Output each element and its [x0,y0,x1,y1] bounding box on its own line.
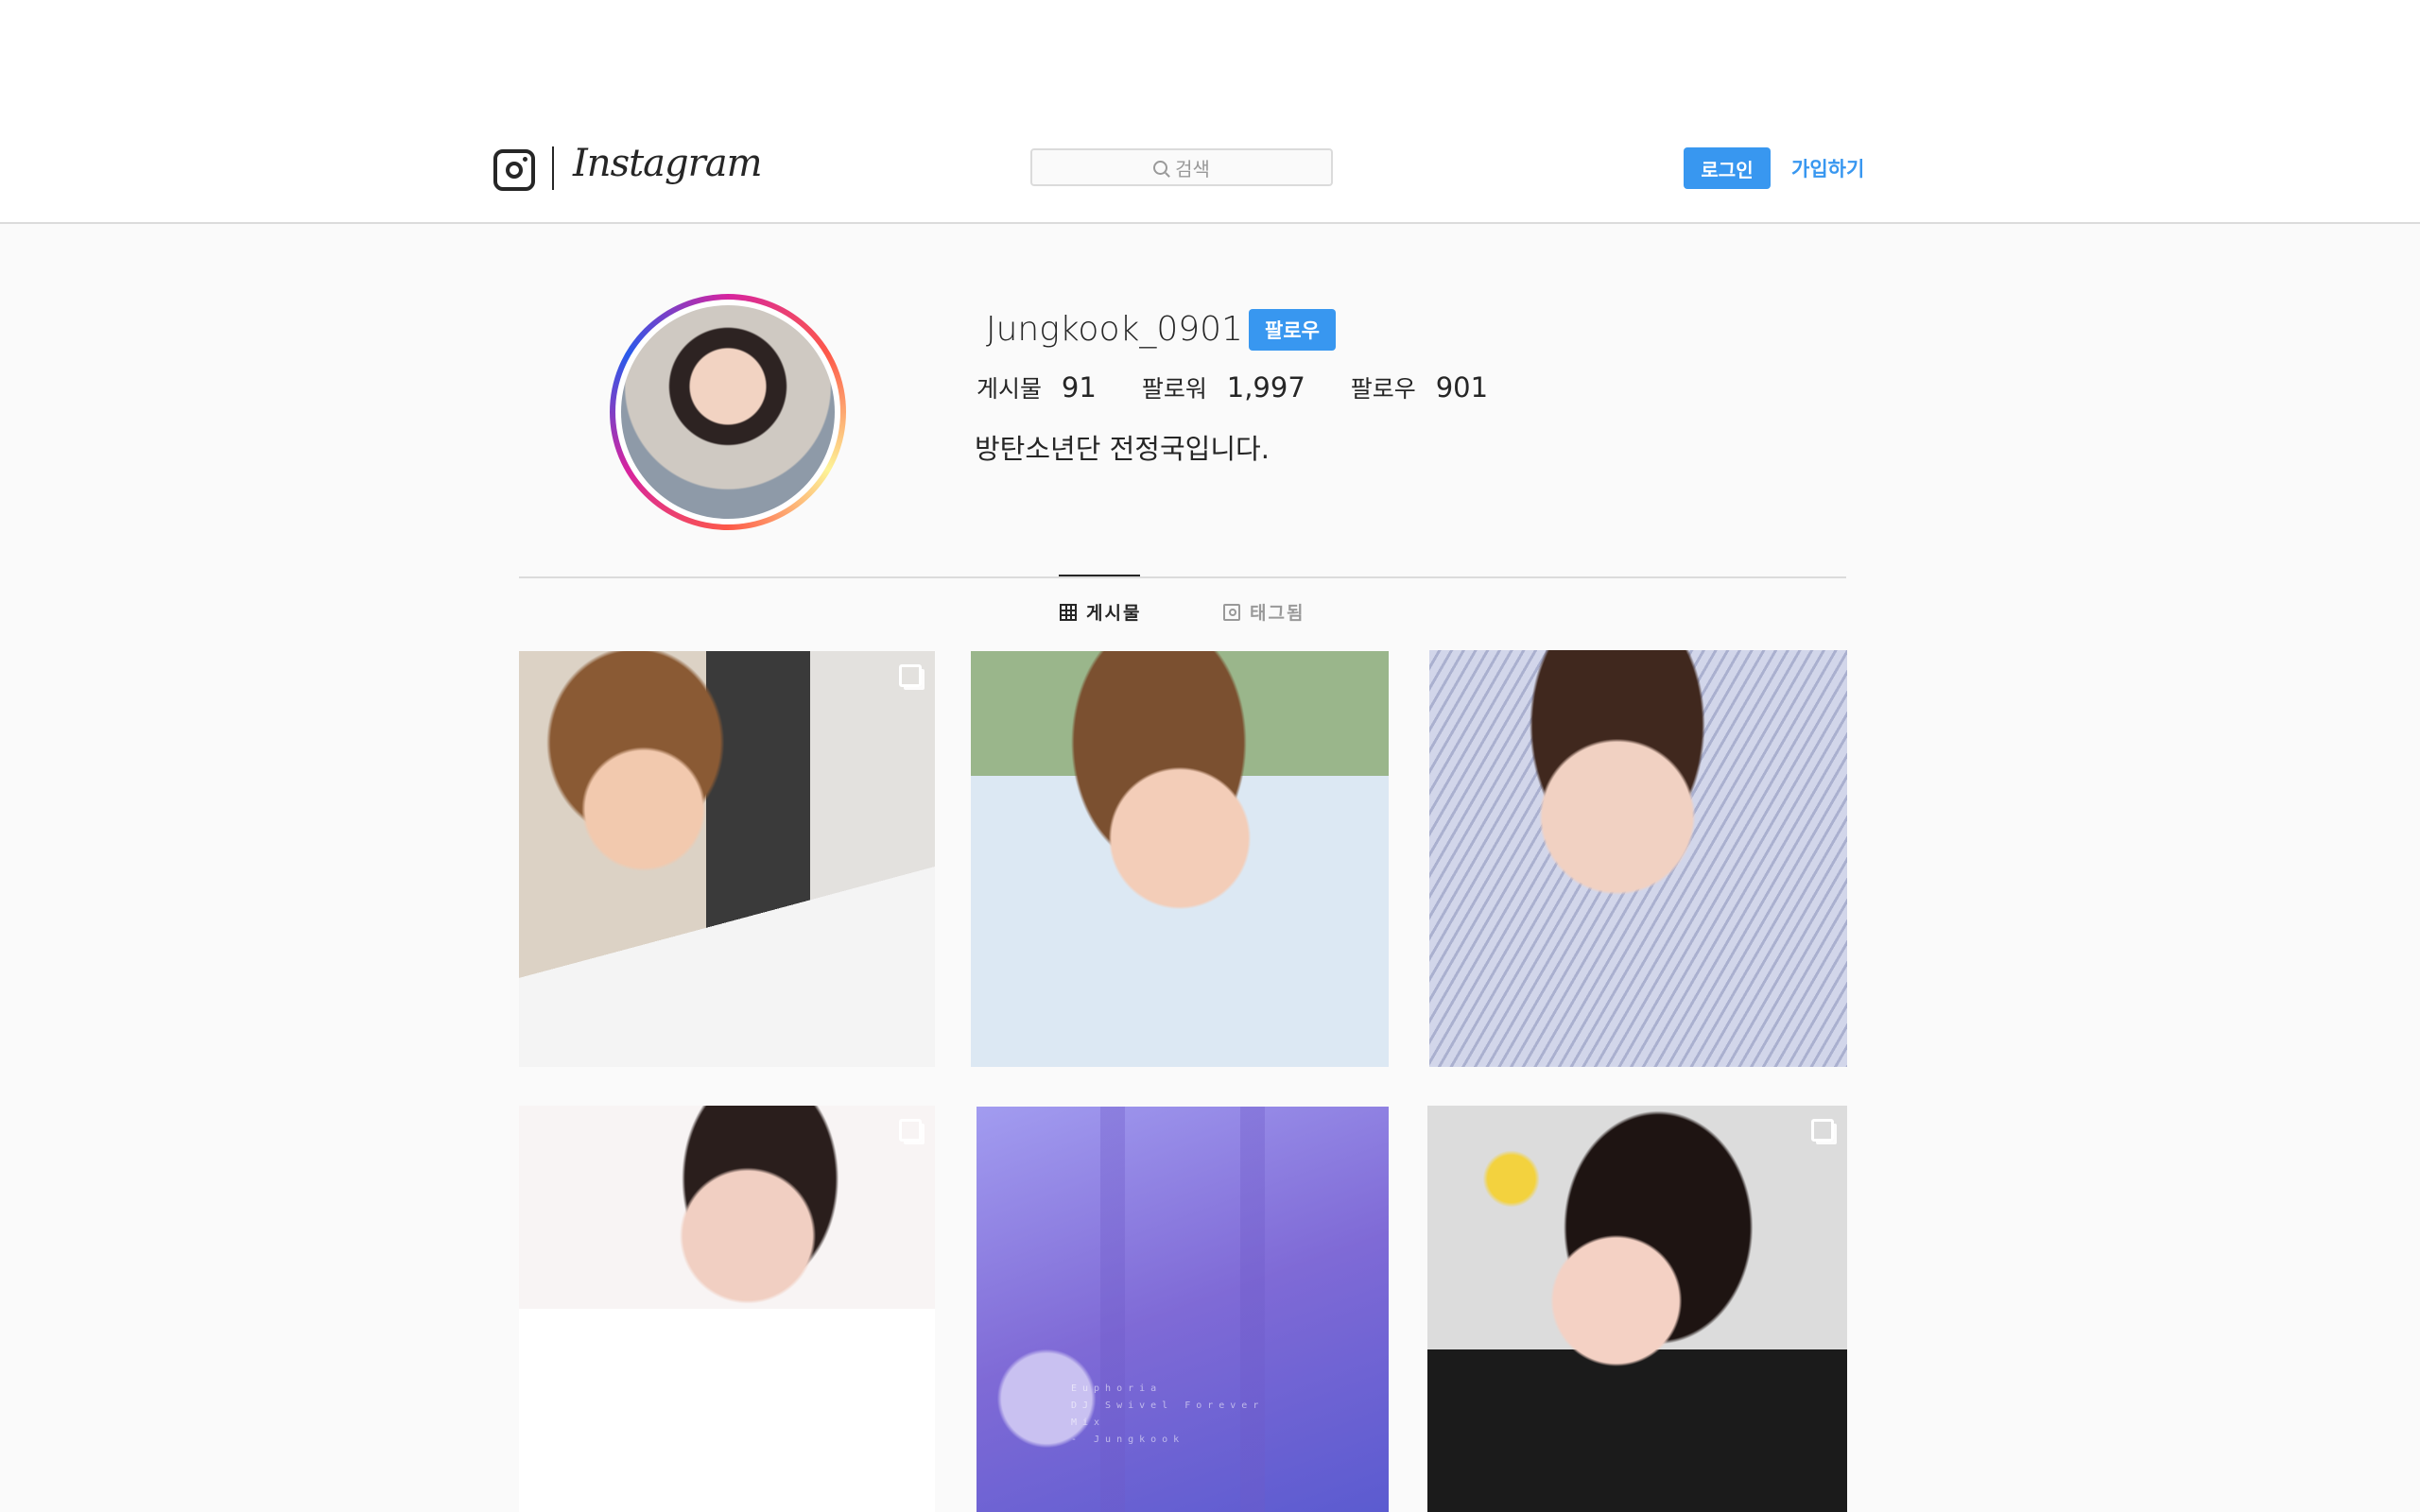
login-button[interactable]: 로그인 [1684,147,1771,189]
post-thumbnail[interactable] [519,651,935,1067]
signup-link[interactable]: 가입하기 [1791,151,1864,185]
camera-lens-shape [506,162,523,179]
tab-posts-label: 게시물 [1086,603,1142,624]
album-cover-text: Euphoria DJ Swivel Forever Mix - Jungkoo… [1071,1383,1265,1445]
post-thumbnail[interactable] [519,1106,935,1512]
instagram-wordmark[interactable]: Instagram [573,142,763,185]
post-thumbnail[interactable]: Euphoria DJ Swivel Forever Mix - Jungkoo… [977,1107,1389,1512]
stat-posts-label: 게시물 [977,375,1043,403]
search-placeholder-group: 검색 [1032,150,1331,184]
tag-icon [1223,603,1240,621]
instagram-logo-icon[interactable] [493,149,535,191]
post-thumbnail[interactable] [1427,1106,1847,1512]
stat-followers[interactable]: 팔로워 1,997 [1142,370,1305,404]
stat-following-value: 901 [1435,371,1489,404]
follow-button[interactable]: 팔로우 [1249,309,1336,351]
multi-post-icon [899,1119,922,1142]
stat-followers-value: 1,997 [1226,371,1305,404]
camera-dot-shape [523,157,527,162]
profile-bio: 방탄소년단 전정국입니다. [975,433,1270,465]
post-thumbnail[interactable] [971,651,1389,1067]
tab-tagged-label: 태그됨 [1250,603,1305,624]
stat-posts-value: 91 [1061,371,1097,404]
search-icon [1153,160,1168,175]
avatar [621,305,835,519]
logo-divider [552,146,554,190]
stat-following[interactable]: 팔로우 901 [1351,370,1488,404]
profile-stats: 게시물 91 팔로워 1,997 팔로우 901 [977,370,1488,404]
stat-followers-label: 팔로워 [1141,375,1207,403]
grid-icon [1060,603,1077,621]
tab-posts[interactable]: 게시물 [1060,599,1141,625]
avatar-frame [615,300,840,524]
profile-username: Jungkook_0901 [986,310,1243,349]
stat-following-label: 팔로우 [1350,375,1416,403]
search-input[interactable]: 검색 [1030,148,1333,186]
tab-tagged[interactable]: 태그됨 [1223,599,1305,625]
top-navbar: Instagram 검색 로그인 가입하기 [0,0,2420,224]
search-placeholder-text: 검색 [1175,157,1210,180]
active-tab-indicator [1059,575,1140,576]
stat-posts: 게시물 91 [977,370,1097,404]
multi-post-icon [1811,1119,1834,1142]
post-thumbnail[interactable] [1429,650,1847,1067]
tabs-divider [519,576,1846,578]
avatar-story-ring[interactable] [610,294,846,530]
multi-post-icon [899,664,922,687]
